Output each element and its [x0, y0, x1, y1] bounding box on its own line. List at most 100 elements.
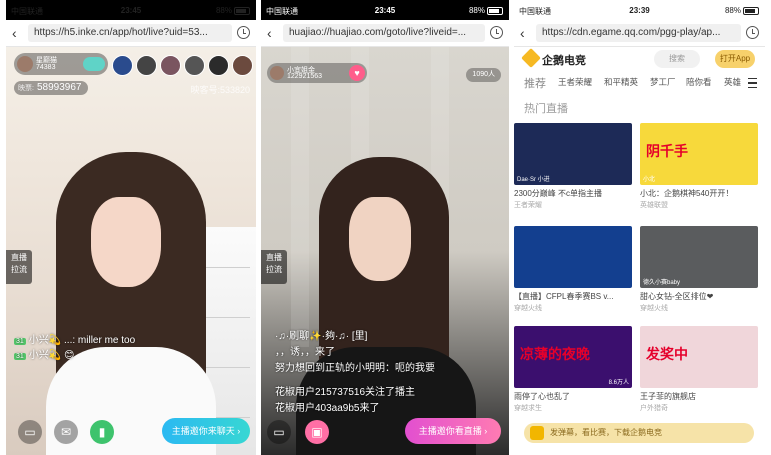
- chat-message: 花椒用户215737516关注了播主: [275, 387, 416, 398]
- card-category: 穿越火线: [640, 305, 668, 312]
- open-app-button[interactable]: 打开App: [715, 50, 755, 68]
- thumb-caption: 阴千手: [646, 143, 688, 159]
- host-card[interactable]: 小宜姐金 122921563 ♥: [267, 63, 367, 83]
- host-fans: 74383: [36, 64, 56, 71]
- back-icon[interactable]: ‹: [520, 25, 525, 41]
- streamer-face: [349, 197, 411, 281]
- watch-invite-button[interactable]: 主播邀你看直播 ›: [405, 418, 501, 444]
- viewer-avatar[interactable]: [184, 55, 205, 76]
- thumb-caption: 发奖中: [646, 346, 688, 362]
- url-bar: ‹ https://cdn.egame.qq.com/pgg-play/ap..…: [514, 20, 765, 47]
- thumb-viewers: 8.6万人: [608, 380, 629, 386]
- battery-text: 88%: [469, 6, 503, 15]
- url-bar: ‹ https://h5.inke.cn/app/hot/live?uid=53…: [6, 20, 256, 47]
- live-card[interactable]: 发奖中王子菲的旗舰店户外猎奇: [640, 326, 758, 413]
- live-card[interactable]: Dae·Sr 小进 2300分巅峰 不c单指主播 王者荣耀: [514, 123, 632, 210]
- viewer-avatar[interactable]: [112, 55, 133, 76]
- history-icon[interactable]: [746, 26, 759, 39]
- tab-recommend[interactable]: 推荐: [524, 75, 546, 91]
- follow-heart-icon[interactable]: ♥: [349, 65, 365, 81]
- card-category: 穿越求生: [514, 405, 542, 412]
- card-category: 英雄联盟: [640, 202, 668, 209]
- coin-count: 映票: 58993967: [14, 81, 89, 95]
- battery-icon: [234, 6, 250, 15]
- tab-dream-factory[interactable]: 梦工厂: [650, 76, 676, 88]
- viewer-avatar[interactable]: [160, 55, 181, 76]
- host-id: 122921563: [287, 73, 323, 80]
- inke-live-video[interactable]: [6, 47, 256, 455]
- status-bar: 中国联通 23:45 88%: [261, 0, 509, 20]
- download-banner[interactable]: 发弹幕，看比赛，下载企鹅电竞: [524, 423, 754, 443]
- curtain: [291, 47, 309, 347]
- history-icon[interactable]: [237, 26, 250, 39]
- back-icon[interactable]: ‹: [12, 25, 17, 41]
- viewer-avatar[interactable]: [208, 55, 229, 76]
- url-field[interactable]: huajiao://huajiao.com/goto/live?liveid=.…: [283, 24, 485, 42]
- live-thumbnail[interactable]: Dae·Sr 小进: [514, 123, 632, 185]
- chat-icon[interactable]: ▭: [267, 420, 291, 444]
- live-thumbnail[interactable]: 阴千手 小北: [640, 123, 758, 185]
- live-thumbnail[interactable]: 发奖中: [640, 326, 758, 388]
- status-bar: 中国联通 23:45 88%: [6, 0, 256, 20]
- chat-message: 花椒用户403aa9b5来了: [275, 403, 380, 414]
- huajiao-phone: 中国联通 23:45 88% ‹ huajiao://huajiao.com/g…: [261, 0, 509, 455]
- tab-lol[interactable]: 英雄: [724, 76, 741, 88]
- tab-honor-of-kings[interactable]: 王者荣耀: [558, 76, 592, 88]
- menu-icon[interactable]: [748, 78, 757, 88]
- battery-icon: [487, 6, 503, 15]
- thumb-streamer: Dae·Sr 小进: [517, 177, 550, 183]
- back-icon[interactable]: ‹: [267, 25, 272, 41]
- chat-invite-button[interactable]: 主播邀你来聊天 ›: [162, 418, 250, 444]
- follow-button[interactable]: [83, 57, 105, 71]
- live-card[interactable]: 【直播】CFPL春季赛BS v... 穿越火线: [514, 226, 632, 313]
- card-title[interactable]: 小北：企鹅棋神540开开！: [640, 188, 758, 199]
- tab-watch-with-you[interactable]: 陪你看: [686, 76, 712, 88]
- chat-message: 31 小兴💫 ...: miller me too: [14, 335, 136, 346]
- viewer-avatar[interactable]: [136, 55, 157, 76]
- tab-peacekeeper[interactable]: 和平精英: [604, 76, 638, 88]
- egame-logo-icon: [521, 48, 541, 68]
- chat-message: 努力想回到正轨的小明明：呃的我要: [275, 363, 435, 374]
- card-title[interactable]: 2300分巅峰 不c单指主播: [514, 188, 632, 199]
- card-category: 户外猎奇: [640, 405, 668, 412]
- category-tabs: 推荐 王者荣耀 和平精英 梦工厂 陪你看 英雄: [514, 76, 765, 92]
- pull-stream-tag[interactable]: 直播 拉流: [6, 250, 32, 284]
- thumb-streamer: 德久小赛baby: [643, 280, 681, 286]
- host-card[interactable]: 星巅猫 74383: [14, 53, 108, 75]
- search-button[interactable]: 搜索: [654, 50, 700, 68]
- streamer-face: [91, 197, 161, 287]
- live-card[interactable]: 凉薄的夜晚 8.6万人雨停了心也乱了穿越求生: [514, 326, 632, 413]
- inke-phone: 中国联通 23:45 88% ‹ https://h5.inke.cn/app/…: [6, 0, 256, 455]
- card-title[interactable]: 甜心女钻-全区排位❤: [640, 291, 758, 302]
- status-bar: 中国联通 23:39 88%: [514, 0, 765, 20]
- card-title[interactable]: 王子菲的旗舰店: [640, 391, 758, 402]
- chat-message: ，，诱，，来了: [275, 347, 335, 358]
- live-thumbnail[interactable]: 凉薄的夜晚 8.6万人: [514, 326, 632, 388]
- egame-phone: 中国联通 23:39 88% ‹ https://cdn.egame.qq.co…: [514, 0, 765, 455]
- live-thumbnail[interactable]: [514, 226, 632, 288]
- battery-icon: [743, 6, 759, 15]
- host-avatar: [270, 66, 284, 80]
- viewer-avatar[interactable]: [232, 55, 253, 76]
- chat-message: 31 小兴💫 😊: [14, 350, 75, 361]
- host-avatar: [17, 56, 33, 72]
- live-card[interactable]: 阴千手小北小北：企鹅棋神540开开！ 英雄联盟: [640, 123, 758, 210]
- viewer-count: 1090人: [466, 68, 501, 82]
- site-header: 企鹅电竞 搜索 打开App: [514, 47, 765, 73]
- card-title[interactable]: 【直播】CFPL春季赛BS v...: [514, 291, 632, 302]
- battery-text: 88%: [725, 6, 759, 15]
- section-title: 热门直播: [524, 103, 568, 115]
- thumb-streamer: 小北: [643, 177, 656, 183]
- pull-stream-tag[interactable]: 直播 拉流: [261, 250, 287, 284]
- url-field[interactable]: https://h5.inke.cn/app/hot/live?uid=53..…: [28, 24, 232, 42]
- gift-icon[interactable]: ▮: [90, 420, 114, 444]
- live-thumbnail[interactable]: 德久小赛baby: [640, 226, 758, 288]
- chat-icon[interactable]: ▭: [18, 420, 42, 444]
- history-icon[interactable]: [490, 26, 503, 39]
- message-icon[interactable]: ✉: [54, 420, 78, 444]
- gift-icon[interactable]: ▣: [305, 420, 329, 444]
- live-card[interactable]: 德久小赛baby 甜心女钻-全区排位❤ 穿越火线: [640, 226, 758, 313]
- card-title[interactable]: 雨停了心也乱了: [514, 391, 632, 402]
- url-field[interactable]: https://cdn.egame.qq.com/pgg-play/ap...: [536, 24, 741, 42]
- thumb-caption: 凉薄的夜晚: [520, 346, 590, 362]
